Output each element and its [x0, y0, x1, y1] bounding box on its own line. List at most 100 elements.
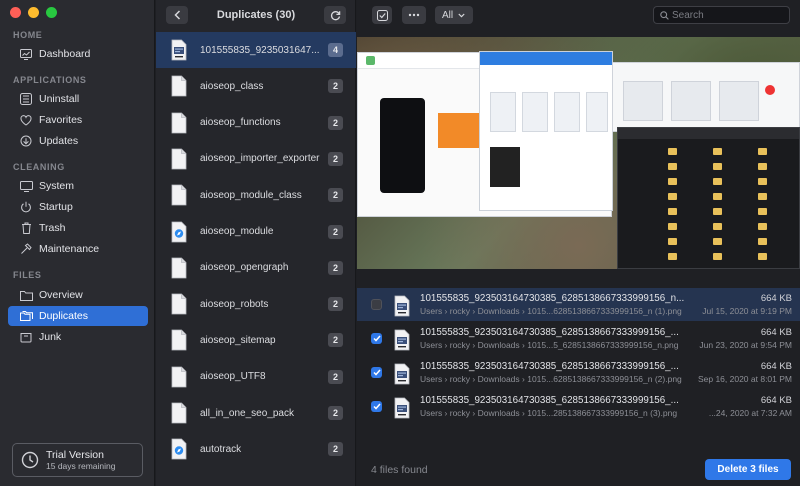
section-label-home: HOME: [13, 30, 43, 40]
folder-graphic-icon: [713, 163, 722, 170]
duplicate-groups-list: Duplicates (30) 101555835_9235031647... 4…: [156, 0, 356, 486]
folder-graphic-icon: [668, 193, 677, 200]
folder-graphic-icon: [758, 253, 767, 260]
duplicate-group-row[interactable]: aioseop_UTF8 2: [156, 359, 356, 395]
file-path: Users › rocky › Downloads › 1015...62851…: [420, 305, 682, 316]
safari-document-icon: [171, 221, 187, 243]
minimize-window-button[interactable]: [28, 7, 39, 18]
power-icon: [19, 200, 33, 214]
search-icon: [660, 10, 669, 20]
sidebar-item-label: Dashboard: [39, 48, 91, 60]
sidebar-item-overview[interactable]: Overview: [8, 285, 148, 305]
duplicate-group-row[interactable]: aioseop_robots 2: [156, 286, 356, 322]
trial-days-remaining: 15 days remaining: [46, 460, 116, 471]
folder-graphic-icon: [668, 163, 677, 170]
image-file-icon: [394, 329, 410, 350]
folder-graphic-icon: [758, 193, 767, 200]
zoom-window-button[interactable]: [46, 7, 57, 18]
file-meta: 664 KB Jul 15, 2020 at 9:19 PM: [696, 293, 792, 317]
duplicate-group-row[interactable]: all_in_one_seo_pack 2: [156, 395, 356, 431]
folder-graphic-icon: [758, 148, 767, 155]
folder-graphic-icon: [668, 253, 677, 260]
select-file-checkbox[interactable]: [371, 299, 382, 310]
select-file-checkbox[interactable]: [371, 333, 382, 344]
select-toggle-button[interactable]: [372, 6, 392, 24]
document-icon: [171, 402, 187, 424]
filter-dropdown[interactable]: All: [435, 6, 473, 24]
folder-graphic-icon: [668, 148, 677, 155]
document-icon: [171, 184, 187, 206]
document-icon: [171, 257, 187, 279]
document-icon: [171, 329, 187, 351]
image-file-icon: [394, 397, 410, 418]
duplicate-file-row[interactable]: 101555835_923503164730385_62851386673339…: [357, 288, 800, 321]
duplicate-group-name: aioseop_class: [200, 80, 264, 92]
more-options-button[interactable]: [402, 6, 426, 24]
document-icon: [171, 293, 187, 315]
image-file-icon: [171, 39, 187, 61]
duplicate-group-row[interactable]: aioseop_class 2: [156, 68, 356, 104]
image-file-icon: [394, 295, 410, 316]
sidebar-item-trash[interactable]: Trash: [8, 218, 148, 238]
select-file-checkbox[interactable]: [371, 367, 382, 378]
duplicate-group-row[interactable]: autotrack 2: [156, 431, 356, 467]
document-icon: [171, 75, 187, 97]
search-input[interactable]: [672, 9, 782, 21]
duplicate-group-name: aioseop_opengraph: [200, 262, 289, 274]
sidebar-item-label: Uninstall: [39, 93, 80, 105]
duplicate-group-row[interactable]: aioseop_importer_exporter 2: [156, 141, 356, 177]
folder-icon: [19, 288, 33, 302]
duplicate-group-row[interactable]: aioseop_sitemap 2: [156, 322, 356, 358]
duplicate-group-row[interactable]: 101555835_9235031647... 4: [156, 32, 356, 68]
file-size: 664 KB: [760, 360, 792, 372]
duplicate-group-row[interactable]: aioseop_module_class 2: [156, 177, 356, 213]
app-logo-icon: [366, 56, 375, 65]
delete-files-button[interactable]: Delete 3 files: [705, 459, 791, 480]
file-name: 101555835_923503164730385_62851386673339…: [420, 360, 679, 372]
search-box[interactable]: [653, 6, 790, 24]
file-date: Jun 23, 2020 at 9:54 PM: [699, 339, 792, 350]
duplicate-group-row[interactable]: aioseop_opengraph 2: [156, 250, 356, 286]
preview-explorer-graphic: [617, 127, 800, 269]
sidebar-item-startup[interactable]: Startup: [8, 197, 148, 217]
duplicate-count-badge: 2: [328, 369, 343, 384]
sidebar-item-maintenance[interactable]: Maintenance: [8, 239, 148, 259]
sidebar-item-label: Junk: [39, 331, 62, 343]
select-file-checkbox[interactable]: [371, 401, 382, 412]
sidebar-item-dashboard[interactable]: Dashboard: [8, 44, 148, 64]
duplicate-file-row[interactable]: 101555835_923503164730385_62851386673339…: [357, 356, 800, 389]
sidebar-item-duplicates[interactable]: Duplicates: [8, 306, 148, 326]
folder-graphic-icon: [758, 223, 767, 230]
duplicate-file-row[interactable]: 101555835_923503164730385_62851386673339…: [357, 390, 800, 423]
duplicate-file-row[interactable]: 101555835_923503164730385_62851386673339…: [357, 322, 800, 355]
duplicate-group-row[interactable]: aioseop_module 2: [156, 214, 356, 250]
duplicate-count-badge: 2: [328, 406, 343, 420]
folder-graphic-icon: [758, 178, 767, 185]
safari-document-icon: [171, 438, 187, 460]
sidebar-item-uninstall[interactable]: Uninstall: [8, 89, 148, 109]
duplicate-group-row[interactable]: aioseop_functions 2: [156, 105, 356, 141]
folder-graphic-icon: [713, 223, 722, 230]
file-size: 664 KB: [760, 292, 792, 304]
folder-graphic-icon: [758, 163, 767, 170]
file-info: 101555835_923503164730385_62851386673339…: [420, 395, 696, 419]
sidebar-item-system[interactable]: System: [8, 176, 148, 196]
duplicate-group-name: aioseop_module_class: [200, 189, 302, 201]
checkmark-icon: [372, 369, 381, 376]
trial-version-panel[interactable]: Trial Version 15 days remaining: [12, 443, 143, 477]
duplicate-count-badge: 4: [328, 43, 343, 57]
preview-browser-graphic: [612, 62, 800, 132]
refresh-icon: [330, 10, 340, 20]
folder-graphic-icon: [668, 223, 677, 230]
folder-graphic-icon: [668, 178, 677, 185]
image-preview: [357, 37, 800, 269]
refresh-button[interactable]: [324, 6, 346, 24]
file-name: 101555835_923503164730385_62851386673339…: [420, 326, 679, 338]
preview-toolbar: All: [357, 0, 800, 30]
sidebar-item-updates[interactable]: Updates: [8, 131, 148, 151]
phone-illustration: [380, 98, 425, 193]
close-window-button[interactable]: [10, 7, 21, 18]
sidebar-item-favorites[interactable]: Favorites: [8, 110, 148, 130]
duplicate-group-name: all_in_one_seo_pack: [200, 407, 294, 419]
sidebar-item-junk[interactable]: Junk: [8, 327, 148, 347]
